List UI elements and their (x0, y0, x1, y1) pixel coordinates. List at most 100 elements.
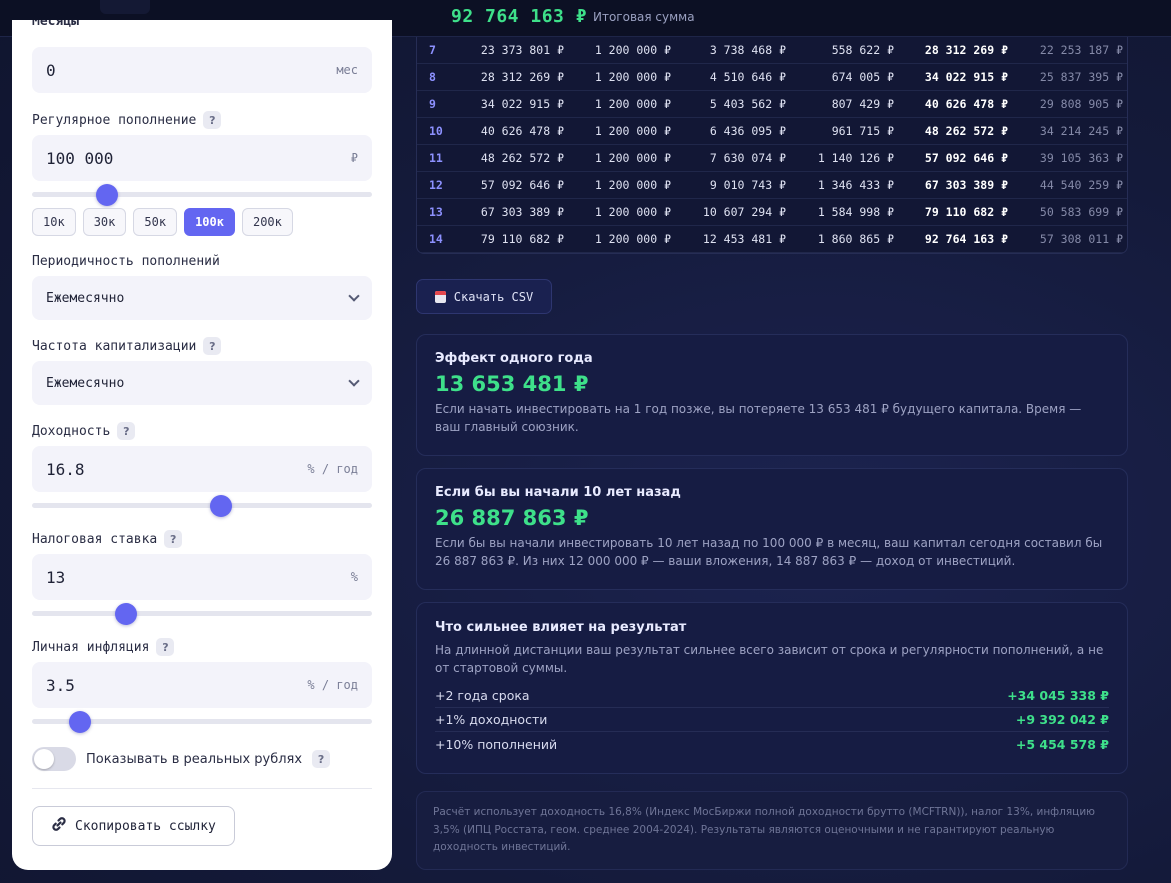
impact-card: Что сильнее влияет на результат На длинн… (416, 602, 1128, 774)
year-cell: 14 (429, 232, 443, 246)
income-cell: 3 738 468 ₽ (709, 43, 786, 57)
year-cell: 11 (429, 151, 443, 165)
end-balance-cell: 48 262 572 ₽ (924, 124, 1008, 138)
table-row: 14 79 110 682 ₽ 1 200 000 ₽ 12 453 481 ₽ 1 8… (417, 226, 1127, 253)
capitalization-select[interactable]: Ежемесячно (32, 361, 372, 405)
tax-slider[interactable] (32, 603, 372, 625)
slider-thumb[interactable] (114, 603, 137, 625)
card-text: Если начать инвестировать на 1 год позже… (435, 402, 1082, 434)
calendar-icon (434, 290, 446, 303)
inflation-value: 3.5 (46, 675, 75, 695)
help-icon[interactable]: ? (203, 111, 222, 129)
year-cell: 12 (429, 178, 443, 192)
contributions-cell: 1 200 000 ₽ (594, 205, 671, 219)
impact-label: +10% пополнений (435, 736, 558, 752)
regular-deposit-label-text: Регулярное пополнение (32, 112, 197, 128)
help-icon[interactable]: ? (117, 422, 136, 440)
impact-label: +1% доходности (435, 712, 548, 727)
yield-unit: % / год (307, 462, 358, 476)
capitalization-label-text: Частота капитализации (32, 338, 197, 354)
help-icon[interactable]: ? (312, 750, 331, 768)
tax-cell: 807 429 ₽ (831, 97, 894, 111)
contributions-cell: 1 200 000 ₽ (594, 124, 671, 138)
card-title: Что сильнее влияет на результат (435, 620, 687, 635)
real-value-cell: 50 583 699 ₽ (1039, 205, 1123, 219)
total-sum-label: Итоговая сумма (593, 10, 695, 24)
regular-deposit-unit: ₽ (350, 151, 358, 165)
regular-deposit-input[interactable]: 100 000 ₽ (32, 135, 372, 181)
start-balance-cell: 79 110 682 ₽ (480, 232, 564, 246)
real-value-cell: 29 808 905 ₽ (1039, 97, 1123, 111)
end-balance-cell: 92 764 163 ₽ (924, 232, 1008, 246)
yield-slider[interactable] (32, 495, 372, 517)
start-balance-cell: 28 312 269 ₽ (480, 70, 564, 84)
tax-input[interactable]: 13 % (32, 554, 372, 600)
preset-button[interactable]: 30к (82, 208, 127, 236)
tax-cell: 674 005 ₽ (831, 70, 894, 84)
regular-deposit-slider[interactable] (32, 184, 372, 206)
chevron-down-icon (348, 290, 360, 302)
tax-unit: % (350, 570, 358, 584)
chevron-down-icon (348, 375, 360, 387)
card-title: Если бы вы начали 10 лет назад (435, 485, 681, 500)
start-balance-cell: 34 022 915 ₽ (480, 97, 564, 111)
copy-link-button[interactable]: Скопировать ссылку (32, 806, 235, 846)
settings-panel: Месяцы 0 мес Регулярное пополнение ? 100… (12, 20, 392, 870)
contributions-cell: 1 200 000 ₽ (594, 97, 671, 111)
start-balance-cell: 48 262 572 ₽ (480, 151, 564, 165)
preset-button[interactable]: 100к (184, 208, 235, 236)
download-csv-button[interactable]: Скачать CSV (416, 279, 552, 314)
deposit-frequency-label-text: Периодичность пополнений (32, 254, 220, 269)
deposit-frequency-select[interactable]: Ежемесячно (32, 276, 372, 320)
slider-thumb[interactable] (68, 711, 91, 733)
copy-link-label: Скопировать ссылку (75, 818, 216, 834)
income-cell: 6 436 095 ₽ (709, 124, 786, 138)
preset-button[interactable]: 50к (133, 208, 178, 236)
real-rubles-toggle[interactable] (32, 747, 76, 771)
help-icon[interactable]: ? (203, 337, 222, 355)
inflation-input[interactable]: 3.5 % / год (32, 662, 372, 708)
inflation-label-text: Личная инфляция (32, 639, 150, 655)
slider-track (32, 503, 372, 508)
income-cell: 5 403 562 ₽ (709, 97, 786, 111)
income-cell: 12 453 481 ₽ (702, 232, 786, 246)
slider-thumb[interactable] (95, 184, 118, 206)
end-balance-cell: 67 303 389 ₽ (924, 178, 1008, 192)
start-balance-cell: 40 626 478 ₽ (480, 124, 564, 138)
results-table: 7 23 373 801 ₽ 1 200 000 ₽ 3 738 468 ₽ 558 6… (416, 37, 1128, 254)
table-row: 8 28 312 269 ₽ 1 200 000 ₽ 4 510 646 ₽ 674 0… (417, 64, 1127, 91)
inflation-slider[interactable] (32, 711, 372, 733)
deposit-frequency-label: Периодичность пополнений (32, 254, 220, 269)
deposit-frequency-value: Ежемесячно (46, 290, 125, 306)
help-icon[interactable]: ? (164, 530, 183, 548)
real-value-cell: 22 253 187 ₽ (1039, 43, 1123, 57)
contributions-cell: 1 200 000 ₽ (594, 70, 671, 84)
impact-row: +2 года срока +34 045 338 ₽ (435, 684, 1109, 708)
end-balance-cell: 28 312 269 ₽ (924, 43, 1008, 57)
preset-button[interactable]: 200к (241, 208, 293, 236)
inflation-label: Личная инфляция ? (32, 638, 175, 656)
real-value-cell: 25 837 395 ₽ (1039, 70, 1123, 84)
end-balance-cell: 34 022 915 ₽ (924, 70, 1008, 84)
deposit-presets: 10к 30к 50к 100к 200к (32, 208, 293, 236)
tax-cell: 1 140 126 ₽ (817, 151, 894, 165)
tax-cell: 1 860 865 ₽ (817, 232, 894, 246)
preset-button[interactable]: 10к (32, 208, 76, 236)
table-row: 7 23 373 801 ₽ 1 200 000 ₽ 3 738 468 ₽ 558 6… (417, 37, 1127, 64)
regular-deposit-value: 100 000 (46, 148, 114, 168)
slider-thumb[interactable] (210, 495, 233, 517)
table-row: 10 40 626 478 ₽ 1 200 000 ₽ 6 436 095 ₽ 961 … (417, 118, 1127, 145)
tax-cell: 558 622 ₽ (831, 43, 894, 57)
months-input[interactable]: 0 мес (32, 47, 372, 93)
table-row: 13 67 303 389 ₽ 1 200 000 ₽ 10 607 294 ₽ 1 5… (417, 199, 1127, 226)
yield-input[interactable]: 16.8 % / год (32, 446, 372, 492)
tax-label-text: Налоговая ставка (32, 531, 158, 547)
table-row: 11 48 262 572 ₽ 1 200 000 ₽ 7 630 074 ₽ 1 14… (417, 145, 1127, 172)
help-icon[interactable]: ? (156, 638, 175, 656)
contributions-cell: 1 200 000 ₽ (594, 43, 671, 57)
table-row: 9 34 022 915 ₽ 1 200 000 ₽ 5 403 562 ₽ 807 4… (417, 91, 1127, 118)
year-cell: 9 (429, 97, 436, 111)
divider (32, 788, 372, 789)
start-balance-cell: 23 373 801 ₽ (480, 43, 564, 57)
year-cell: 10 (429, 124, 443, 138)
